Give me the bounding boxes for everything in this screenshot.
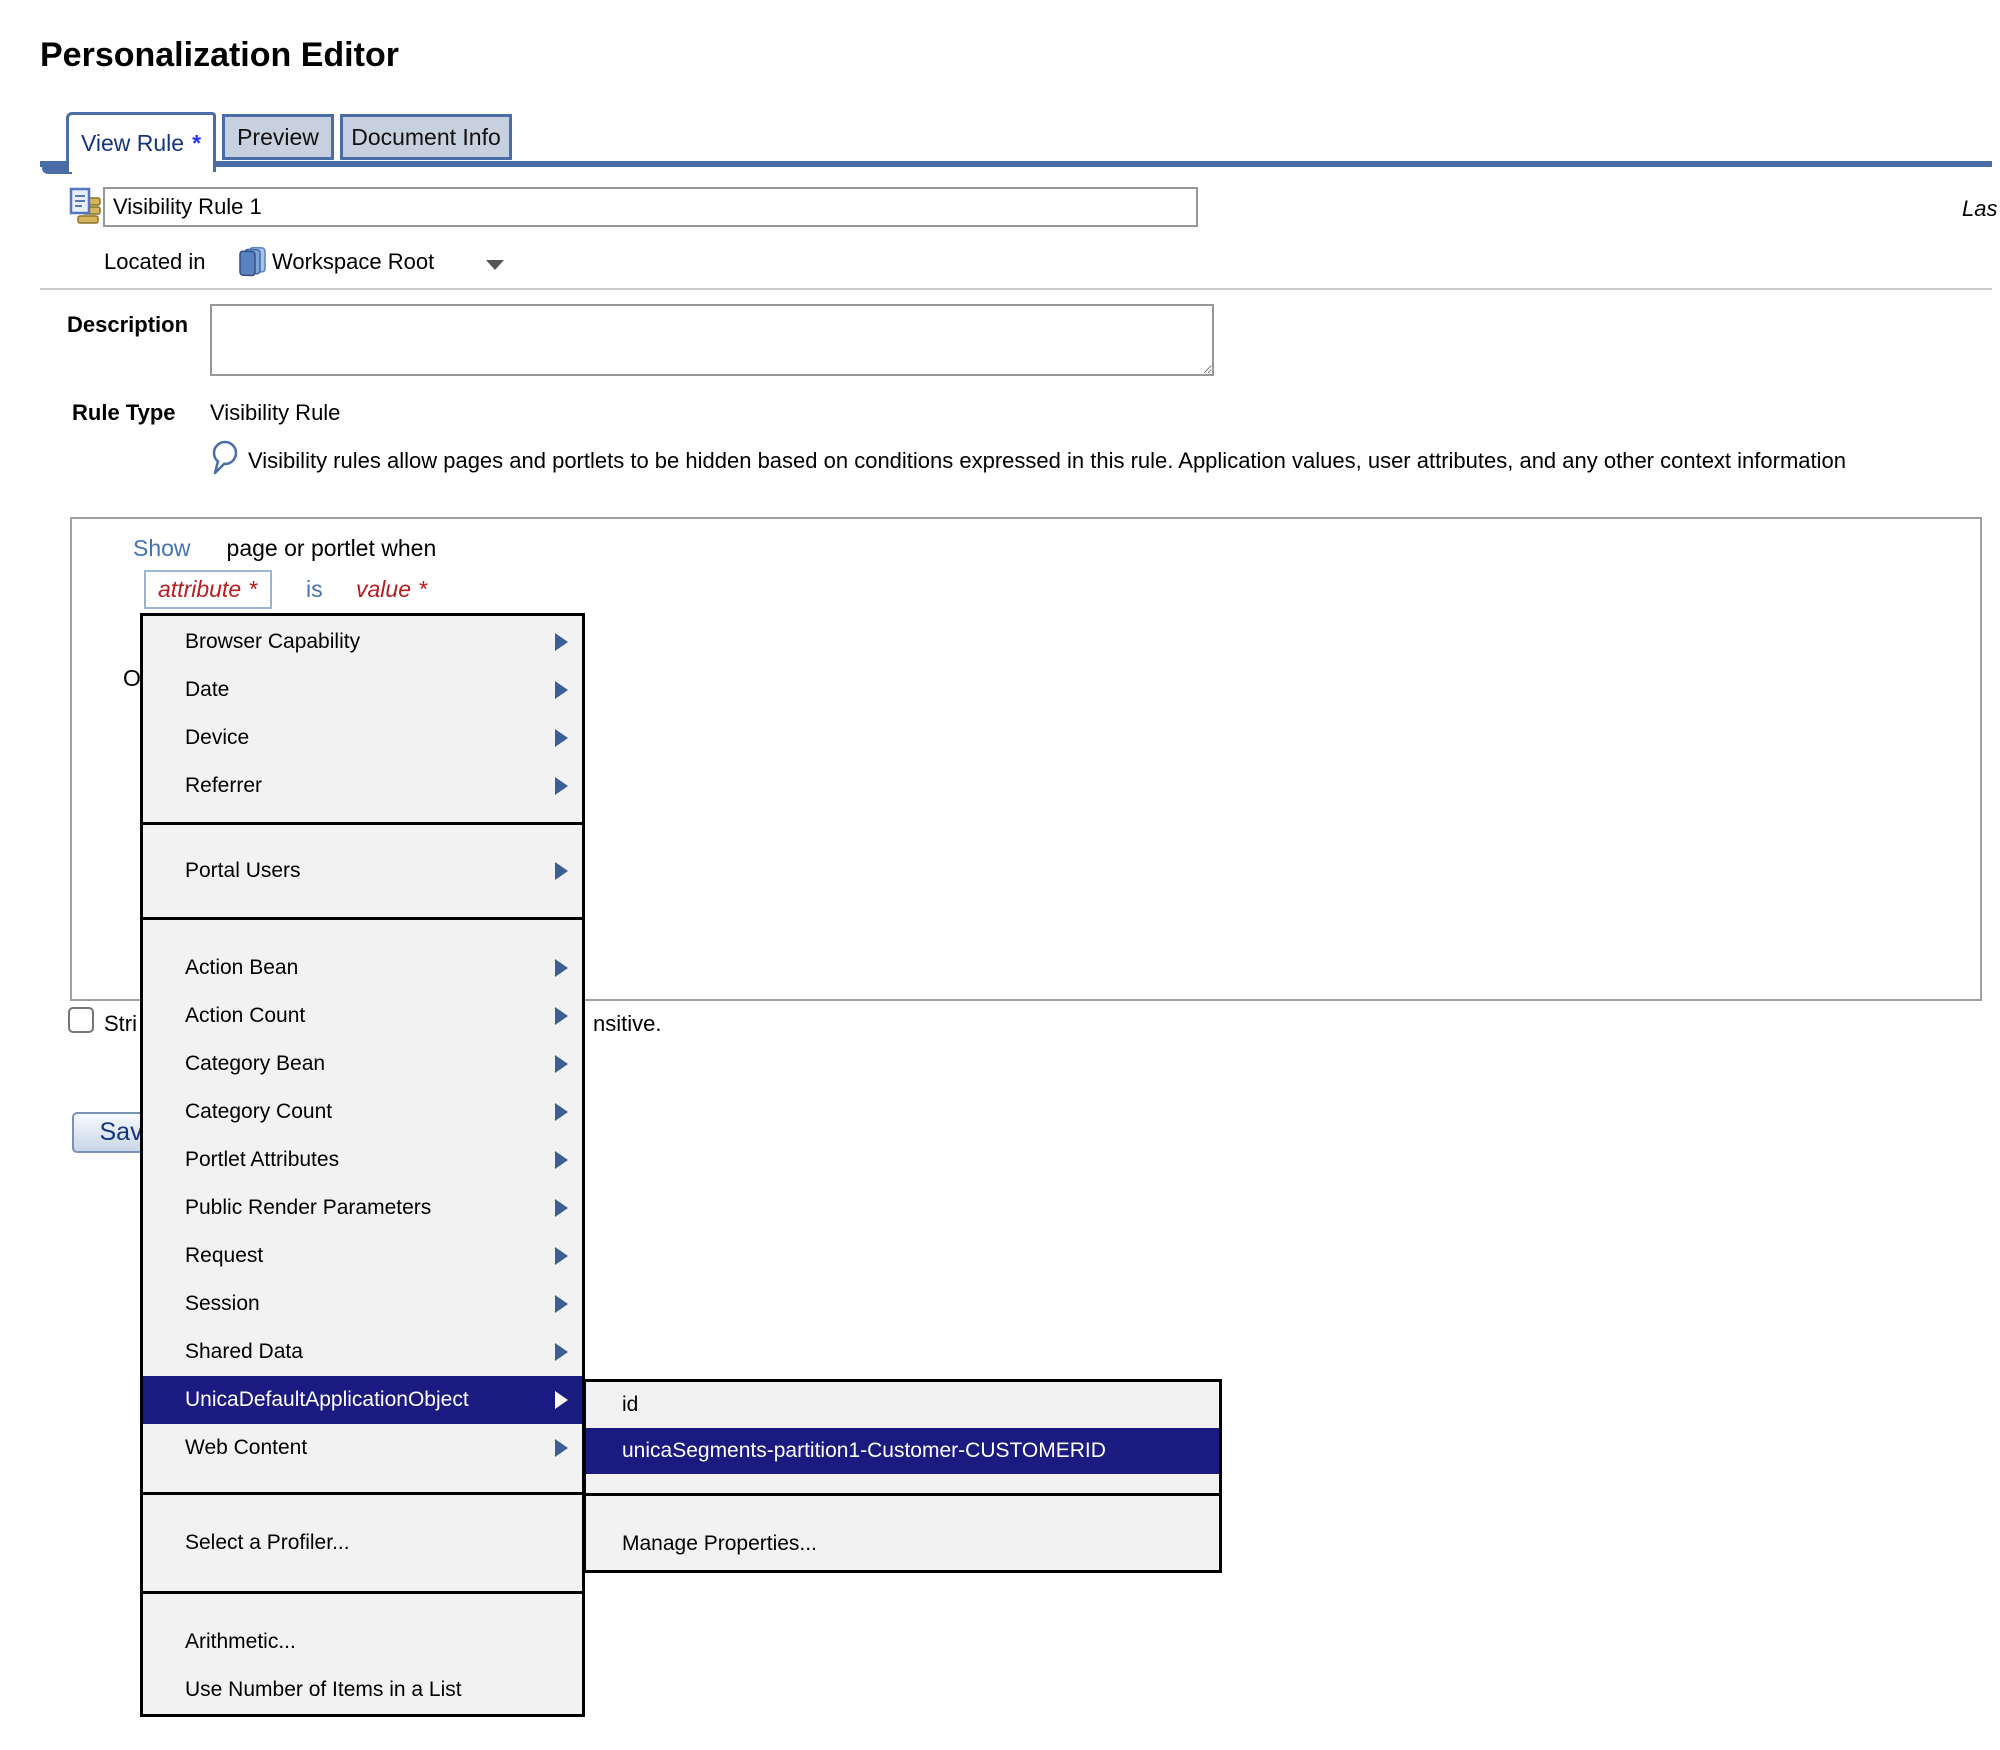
rule-action-line: Show page or portlet when — [133, 535, 436, 562]
submenu-arrow-icon — [555, 1439, 568, 1457]
case-label-fragment-right: nsitive. — [593, 1011, 662, 1036]
menu-item-arithmetic[interactable]: Arithmetic... — [143, 1618, 582, 1666]
located-in-label: Located in — [104, 249, 206, 274]
submenu-arrow-icon — [555, 1199, 568, 1217]
menu-item-action-bean[interactable]: Action Bean — [143, 944, 582, 992]
menu-item-use-number-of-items-in-a-list[interactable]: Use Number of Items in a List — [143, 1666, 582, 1714]
menu-item-portal-users[interactable]: Portal Users — [143, 847, 582, 895]
tab-document-info-label: Document Info — [351, 123, 501, 150]
submenu-item-unica-segments-customerid[interactable]: unicaSegments-partition1-Customer-CUSTOM… — [586, 1428, 1219, 1474]
page-title: Personalization Editor — [40, 36, 399, 74]
case-label-fragment-left: Stri — [104, 1011, 137, 1036]
attribute-token-label: attribute — [158, 576, 242, 602]
submenu-arrow-icon — [555, 777, 568, 795]
unica-submenu: id unicaSegments-partition1-Customer-CUS… — [583, 1379, 1222, 1573]
menu-group: Action Bean Action Count Category Bean C… — [143, 920, 582, 1492]
menu-item-date[interactable]: Date — [143, 666, 582, 714]
tab-preview-label: Preview — [237, 123, 319, 150]
submenu-arrow-icon — [555, 1343, 568, 1361]
menu-item-portlet-attributes[interactable]: Portlet Attributes — [143, 1136, 582, 1184]
operator-link[interactable]: is — [306, 576, 323, 603]
attribute-dropdown-menu: Browser Capability Date Device Referrer … — [140, 613, 585, 1717]
occluded-otherwise-fragment: O — [123, 665, 141, 691]
menu-item-request[interactable]: Request — [143, 1232, 582, 1280]
submenu-arrow-icon — [555, 633, 568, 651]
menu-item-browser-capability[interactable]: Browser Capability — [143, 618, 582, 666]
menu-group: Browser Capability Date Device Referrer — [143, 616, 582, 822]
value-token-button[interactable]: value * — [356, 576, 428, 603]
menu-item-action-count[interactable]: Action Count — [143, 992, 582, 1040]
menu-item-session[interactable]: Session — [143, 1280, 582, 1328]
submenu-spacer — [586, 1474, 1219, 1493]
value-token-label: value — [356, 576, 411, 602]
attribute-required-asterisk: * — [249, 576, 259, 602]
submenu-arrow-icon — [555, 959, 568, 977]
submenu-item-id[interactable]: id — [586, 1382, 1219, 1428]
personalization-editor-screen: Personalization Editor View Rule * Previ… — [0, 0, 2000, 1750]
description-label: Description — [67, 312, 189, 337]
rule-name-input[interactable] — [103, 187, 1198, 227]
rule-document-icon — [69, 187, 101, 224]
menu-group: Arithmetic... Use Number of Items in a L… — [143, 1594, 582, 1714]
attribute-token-button[interactable]: attribute * — [144, 570, 273, 609]
workspace-icon — [239, 246, 266, 277]
last-modified-clipped-text: Las — [1962, 196, 1998, 221]
submenu-arrow-icon — [555, 681, 568, 699]
submenu-arrow-icon — [555, 1295, 568, 1313]
submenu-arrow-icon — [555, 729, 568, 747]
menu-item-device[interactable]: Device — [143, 714, 582, 762]
rule-type-help-text: Visibility rules allow pages and portlet… — [248, 448, 1846, 473]
tab-view-rule-label: View Rule — [80, 130, 185, 156]
located-in-value[interactable]: Workspace Root — [272, 249, 434, 275]
submenu-arrow-icon — [555, 1007, 568, 1025]
tab-underline — [40, 161, 1992, 167]
unsaved-changes-asterisk: * — [192, 130, 202, 156]
submenu-arrow-icon — [555, 1151, 568, 1169]
menu-group: Portal Users — [143, 825, 582, 917]
chevron-down-icon[interactable] — [486, 260, 504, 270]
submenu-arrow-icon — [555, 1391, 568, 1409]
menu-item-shared-data[interactable]: Shared Data — [143, 1328, 582, 1376]
rule-action-suffix: page or portlet when — [226, 535, 437, 561]
submenu-arrow-icon — [555, 1055, 568, 1073]
menu-item-category-bean[interactable]: Category Bean — [143, 1040, 582, 1088]
rule-type-value: Visibility Rule — [210, 400, 341, 425]
case-sensitivity-checkbox[interactable] — [68, 1007, 94, 1033]
show-action-link[interactable]: Show — [133, 535, 191, 561]
submenu-arrow-icon — [555, 862, 568, 880]
rule-type-label: Rule Type — [72, 400, 176, 425]
value-required-asterisk: * — [418, 576, 428, 602]
submenu-arrow-icon — [555, 1247, 568, 1265]
menu-item-unica-default-application-object[interactable]: UnicaDefaultApplicationObject — [143, 1376, 582, 1424]
menu-item-public-render-parameters[interactable]: Public Render Parameters — [143, 1184, 582, 1232]
menu-group: Select a Profiler... — [143, 1495, 582, 1591]
menu-item-web-content[interactable]: Web Content — [143, 1424, 582, 1472]
description-textarea[interactable] — [210, 304, 1214, 376]
submenu-arrow-icon — [555, 1103, 568, 1121]
tab-document-info[interactable]: Document Info — [340, 114, 512, 160]
menu-item-select-a-profiler[interactable]: Select a Profiler... — [143, 1519, 582, 1567]
menu-item-category-count[interactable]: Category Count — [143, 1088, 582, 1136]
menu-item-referrer[interactable]: Referrer — [143, 762, 582, 810]
submenu-item-manage-properties[interactable]: Manage Properties... — [586, 1496, 1219, 1570]
tab-view-rule[interactable]: View Rule * — [66, 112, 216, 172]
section-divider — [40, 288, 1992, 290]
tab-preview[interactable]: Preview — [222, 114, 334, 160]
help-bubble-icon — [212, 440, 238, 475]
